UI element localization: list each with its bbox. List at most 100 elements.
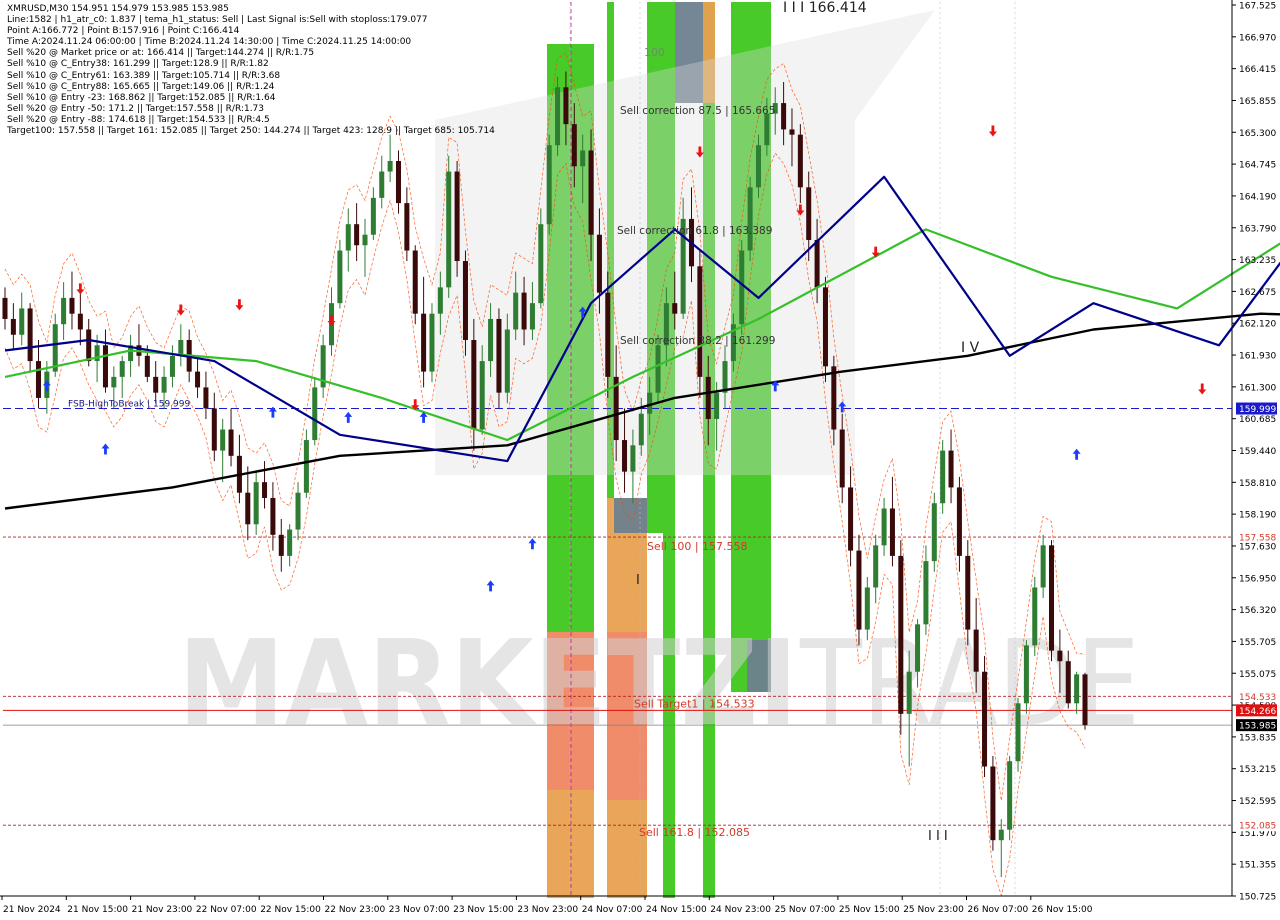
sell-arrow-icon (176, 304, 185, 316)
candle-body (370, 197, 376, 235)
info-line: Sell %20 @ Entry -50: 171.2 || Target:15… (7, 103, 265, 114)
candle-body (345, 224, 351, 251)
candle-body (220, 429, 226, 451)
candle-body (655, 345, 661, 393)
candle-body (739, 250, 745, 325)
candle-body (421, 313, 427, 372)
time-tick-label: 25 Nov 23:00 (903, 905, 964, 915)
candle-body (948, 450, 954, 488)
candle-body (245, 492, 251, 525)
candle-body (990, 766, 996, 841)
info-line: Target100: 157.558 || Target 161: 152.08… (7, 126, 495, 137)
signal-zones (435, 2, 935, 898)
candle-body (337, 250, 343, 304)
sell-arrow-icon (1198, 383, 1207, 395)
candle-body (906, 671, 912, 714)
correction-label-618: Sell correction 61.8 | 163.389 (617, 225, 772, 237)
info-line: Line:1582 | h1_atr_c0: 1.837 | tema_h1_s… (7, 15, 428, 26)
candle-body (61, 297, 67, 325)
candle-body (119, 361, 125, 377)
price-tick-label: 165.300 (1239, 129, 1276, 139)
candle-body (546, 145, 552, 225)
candle-body (1057, 650, 1063, 662)
time-tick-label: 26 Nov 07:00 (968, 905, 1029, 915)
candle-body (822, 287, 828, 367)
candle-body (446, 171, 452, 288)
price-tick-label: 156.320 (1239, 606, 1276, 616)
candle-body (538, 224, 544, 304)
candle-body (982, 671, 988, 767)
price-chart[interactable]: MARKETZI TRADE Sell 100 | 157.558 Sell Ta… (0, 0, 1280, 920)
correction-label-875: Sell correction 87.5 | 165.665 (620, 105, 775, 117)
price-tick-label: 161.300 (1239, 383, 1276, 393)
price-axis: 167.525 166.970 166.415 165.855 165.300 164.7… (1231, 0, 1276, 903)
time-tick-label: 23 Nov 15:00 (453, 905, 514, 915)
info-line: Sell %10 @ C_Entry38: 161.299 || Target:… (7, 59, 269, 70)
level-label-target1: Sell Target1 | 154.533 (634, 697, 755, 710)
time-axis: 21 Nov 2024 21 Nov 15:00 21 Nov 23:00 22 No… (0, 895, 1232, 915)
correction-label-382: Sell correction 38.2 | 161.299 (620, 335, 775, 347)
sell-arrow-icon (988, 125, 997, 137)
price-tag-sell-161: 152.085 (1239, 822, 1276, 832)
candle-body (102, 345, 108, 388)
candle-body (940, 450, 946, 504)
price-tick-label: 162.120 (1239, 320, 1276, 330)
candle-body (1065, 661, 1071, 704)
zone-gray-zone (614, 498, 647, 533)
candle-body (278, 534, 284, 556)
candle-body (672, 303, 678, 314)
wave-label-i: I (636, 573, 640, 588)
candle-body (596, 234, 602, 293)
candle-body (362, 234, 368, 246)
price-tick-label: 160.685 (1239, 415, 1276, 425)
candle-body (1040, 545, 1046, 588)
wave-label-iii: I I I (928, 829, 948, 844)
candle-body (387, 161, 393, 172)
price-tick-label: 151.355 (1239, 861, 1276, 871)
candle-body (915, 624, 921, 672)
indicator-info-panel: XMRUSD,M30 154.951 154.979 153.985 153.9… (7, 4, 495, 137)
candle-body (412, 250, 418, 314)
price-tick-label: 157.630 (1239, 542, 1276, 552)
price-tick-label: 158.810 (1239, 479, 1276, 489)
candle-body (856, 550, 862, 630)
candle-body (588, 150, 594, 235)
price-tag-target1: 154.533 (1239, 693, 1276, 703)
candle-body (437, 287, 443, 314)
buy-arrow-icon (486, 580, 495, 592)
sell-arrow-icon (235, 299, 244, 311)
candle-body (203, 387, 209, 409)
candle-body (262, 482, 268, 498)
price-tag-sell-100: 157.558 (1239, 534, 1276, 544)
candle-body (998, 829, 1004, 841)
candle-body (287, 529, 293, 556)
candle-body (697, 266, 703, 377)
candle-body (270, 497, 276, 535)
buy-arrow-icon (344, 411, 353, 423)
candle-body (178, 340, 184, 356)
candle-body (1023, 645, 1029, 704)
buy-arrow-icon (528, 538, 537, 550)
time-tick-label: 21 Nov 2024 (3, 905, 61, 915)
candle-body (513, 292, 519, 330)
price-tag-stoploss: 154.266 (1239, 707, 1276, 717)
sell-arrow-icon (327, 315, 336, 327)
candle-body (312, 387, 318, 441)
candle-body (144, 355, 150, 377)
price-tick-label: 163.235 (1239, 256, 1276, 266)
candle-body (848, 487, 854, 551)
candle-body (864, 587, 870, 630)
candle-body (161, 376, 167, 393)
fsb-label: FSB-HighToBreak | 159.999 (68, 400, 190, 410)
time-tick-label: 26 Nov 15:00 (1032, 905, 1093, 915)
time-tick-label: 25 Nov 07:00 (775, 905, 836, 915)
candle-body (295, 492, 301, 530)
candle-body (622, 440, 628, 472)
candle-body (496, 318, 502, 393)
info-line: XMRUSD,M30 154.951 154.979 153.985 153.9… (7, 4, 229, 14)
time-tick-label: 22 Nov 23:00 (325, 905, 386, 915)
watermark-text-left: MARKETZI (178, 614, 798, 752)
candle-body (35, 361, 41, 398)
candle-body (931, 503, 937, 562)
candle-body (86, 329, 92, 362)
